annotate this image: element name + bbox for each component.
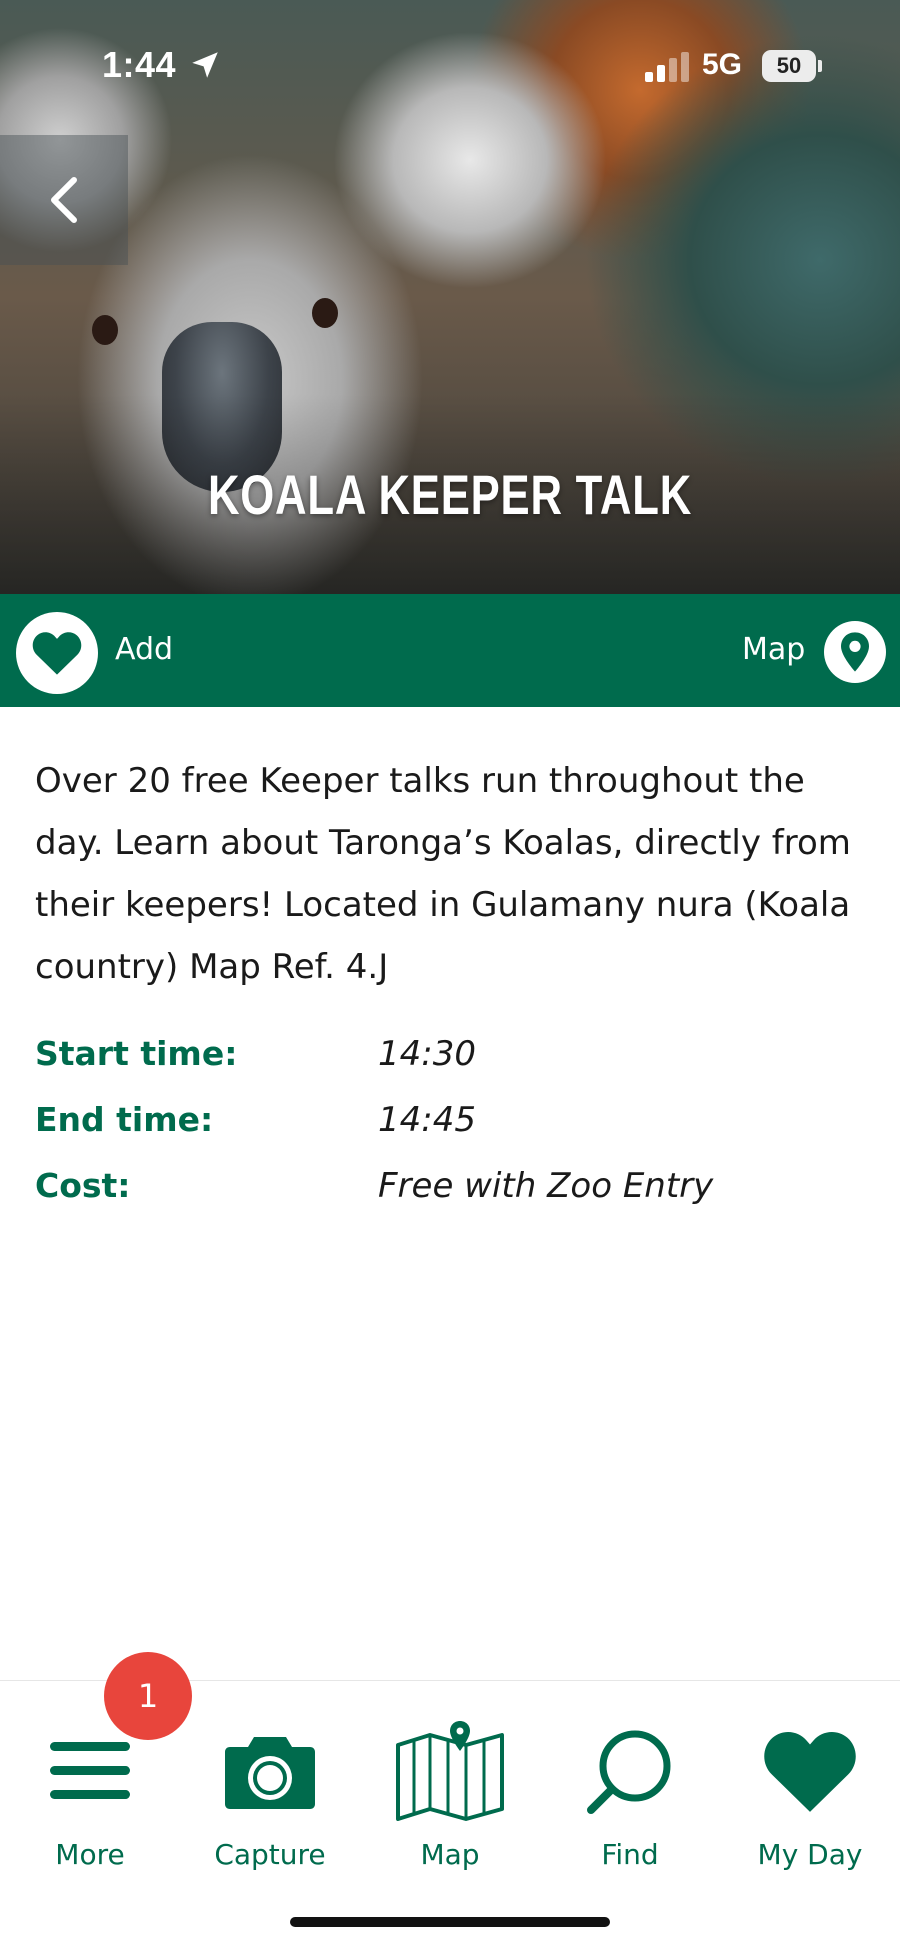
network-type: 5G	[702, 48, 743, 81]
camera-icon	[225, 1737, 315, 1809]
page-title: KOALA KEEPER TALK	[207, 463, 693, 526]
tab-capture-label: Capture	[214, 1838, 326, 1871]
signal-bars-icon	[645, 52, 689, 82]
tab-find[interactable]: Find	[540, 1681, 720, 1881]
battery-icon: 50	[762, 50, 816, 82]
add-favourite-button[interactable]	[16, 612, 98, 694]
heart-icon	[764, 1731, 856, 1812]
tab-my-day[interactable]: My Day	[720, 1681, 900, 1881]
home-indicator	[290, 1917, 610, 1927]
status-time: 1:44	[102, 44, 177, 85]
action-bar: Add Map	[0, 594, 900, 707]
tab-my-day-label: My Day	[757, 1838, 863, 1871]
back-button[interactable]	[0, 135, 128, 265]
start-time-label: Start time:	[35, 1034, 238, 1073]
tab-map[interactable]: Map	[360, 1681, 540, 1881]
end-time-row: End time: 14:45	[35, 1100, 875, 1150]
battery-tip	[818, 60, 822, 72]
event-description: Over 20 free Keeper talks run throughout…	[35, 761, 851, 987]
menu-icon	[50, 1742, 130, 1799]
end-time-label: End time:	[35, 1100, 214, 1139]
heart-icon	[32, 632, 82, 675]
koala-eye	[312, 298, 338, 328]
map-pin-icon	[841, 632, 869, 672]
cost-value: Free with Zoo Entry	[378, 1166, 714, 1206]
start-time-row: Start time: 14:30	[35, 1034, 875, 1084]
tab-find-label: Find	[601, 1838, 659, 1871]
notification-badge: 1	[104, 1652, 192, 1740]
map-pin-button[interactable]	[824, 621, 886, 683]
cost-label: Cost:	[35, 1166, 131, 1205]
tab-capture[interactable]: Capture	[180, 1681, 360, 1881]
cost-row: Cost: Free with Zoo Entry	[35, 1166, 875, 1216]
tab-map-label: Map	[420, 1838, 480, 1871]
map-label[interactable]: Map	[742, 632, 805, 667]
search-icon	[587, 1730, 671, 1814]
chevron-left-icon	[51, 177, 77, 223]
add-label[interactable]: Add	[115, 632, 173, 667]
map-icon	[396, 1721, 504, 1821]
tab-more-label: More	[55, 1838, 125, 1871]
start-time-value: 14:30	[378, 1034, 476, 1074]
end-time-value: 14:45	[378, 1100, 476, 1140]
koala-eye	[92, 315, 118, 345]
location-arrow-icon	[192, 52, 218, 78]
